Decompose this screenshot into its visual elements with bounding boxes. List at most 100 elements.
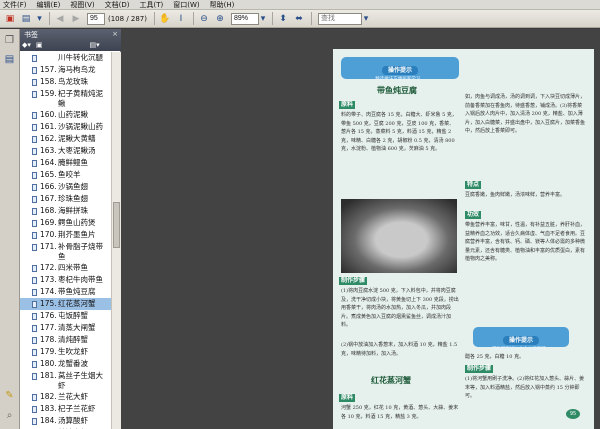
- menu-help[interactable]: 帮助(H): [207, 0, 242, 10]
- tip-banner: 操作提示 细致观察加入大小火候即可。: [473, 327, 569, 352]
- search-options-icon[interactable]: ▾: [362, 12, 370, 26]
- menu-file[interactable]: 文件(F): [0, 0, 34, 10]
- bookmark-item[interactable]: 171. 补骨脂子烧带鱼: [20, 241, 111, 262]
- method-text: (2)锅中放油加入香葱末，加入料酒 10 克，精盐 1.5 克，味精待加料，加入…: [341, 342, 458, 357]
- scrollbar-thumb[interactable]: [113, 202, 120, 248]
- zoom-out-icon[interactable]: ⊖: [197, 12, 211, 26]
- bookmark-item[interactable]: 173. 枣杞牛肉带鱼: [20, 274, 111, 286]
- bookmark-scrollbar[interactable]: [111, 52, 121, 429]
- bookmarks-icon[interactable]: ▤: [3, 53, 16, 66]
- page-number-input[interactable]: [87, 12, 105, 25]
- pages-icon[interactable]: ❐: [3, 34, 16, 47]
- options-menu-icon[interactable]: ◆▾: [22, 41, 31, 49]
- bookmark-label: 四米带鱼: [58, 263, 88, 272]
- bookmark-number: 177.: [40, 323, 57, 332]
- bookmark-page-icon: [32, 196, 37, 203]
- bookmark-label: 海鲜拼珠: [58, 206, 88, 215]
- bookmark-item[interactable]: 167. 珍珠鱼翅: [20, 193, 111, 205]
- bookmark-item[interactable]: 160. 山药泥鳅: [20, 109, 111, 121]
- menu-document[interactable]: 文档(D): [102, 0, 137, 10]
- menu-view[interactable]: 视图(V): [67, 0, 101, 10]
- bookmark-number: 175.: [40, 299, 57, 308]
- bookmark-item[interactable]: 162. 泥鳅大黄鳝: [20, 133, 111, 145]
- bookmark-item[interactable]: 175. 红花蒸河蟹: [20, 298, 111, 310]
- fit-page-icon[interactable]: ⬍: [276, 12, 290, 26]
- toolbar-separator: [49, 12, 50, 25]
- bookmark-label: 龙蟹番波: [58, 359, 88, 368]
- document-view[interactable]: 操作提示 精选做法方便居家学习。 带鱼炖豆腐 原料 料的带子、肉豆腐各 15 克…: [121, 29, 600, 429]
- bookmark-item[interactable]: 182. 兰花大虾: [20, 391, 111, 403]
- bookmark-number: 178.: [40, 335, 57, 344]
- menu-tools[interactable]: 工具(T): [137, 0, 171, 10]
- save-icon[interactable]: ▣: [3, 12, 17, 26]
- bookmark-label: 生吹龙虾: [58, 347, 88, 356]
- bookmark-page-icon: [32, 313, 37, 320]
- bookmark-item[interactable]: 172. 四米带鱼: [20, 262, 111, 274]
- select-text-icon[interactable]: I: [174, 12, 188, 26]
- right-column-text: (1)将河蟹用刷子洗净。(2)将红花加入葱头、蒜片、姜末等，加入料酒精盐，然后放…: [465, 376, 585, 399]
- bookmark-item[interactable]: 184. 汤算酸虾: [20, 415, 111, 427]
- bookmark-item[interactable]: 164. 腌鲜鳗鱼: [20, 157, 111, 169]
- tip-title: 操作提示: [381, 66, 418, 75]
- new-bookmark-icon[interactable]: ▤▾: [90, 41, 100, 49]
- bookmark-item[interactable]: 170. 荆芥墨鱼片: [20, 229, 111, 241]
- zoom-dropdown-icon[interactable]: ▾: [259, 12, 267, 26]
- previous-page-icon[interactable]: ◀: [53, 12, 67, 26]
- bookmark-page-icon: [32, 373, 37, 380]
- bookmark-item[interactable]: 158. 鸟龙玫珠: [20, 76, 111, 88]
- close-icon[interactable]: ×: [112, 29, 118, 39]
- attachments-icon[interactable]: ⌕: [3, 409, 16, 422]
- section-heading: 功效: [465, 211, 482, 219]
- select-hand-icon[interactable]: ✋: [158, 12, 172, 26]
- delete-bookmark-icon[interactable]: ▣: [36, 41, 43, 49]
- bookmark-item[interactable]: 178. 清炖醉蟹: [20, 334, 111, 346]
- ingredients-text: 料的带子、肉豆腐各 15 克，白糖大、虾米鲁 5 克，带鱼 500 克，豆腐 2…: [341, 112, 457, 152]
- bookmark-item[interactable]: 174. 带鱼炖豆腐: [20, 286, 111, 298]
- bookmark-label: 枣杞牛肉带鱼: [58, 275, 103, 284]
- zoom-level-input[interactable]: [231, 12, 259, 25]
- bookmark-page-icon: [32, 172, 37, 179]
- bookmark-page-icon: [32, 361, 37, 368]
- bookmark-page-icon: [32, 160, 37, 167]
- bookmark-item[interactable]: 159. 杞子黄精炖泥鳅: [20, 88, 111, 109]
- bookmark-item[interactable]: 180. 龙蟹番波: [20, 358, 111, 370]
- bookmark-item[interactable]: 157. 海马枸鸟龙: [20, 64, 111, 76]
- print-icon[interactable]: ▤: [19, 12, 33, 26]
- bookmark-item[interactable]: 169. 鳄鱼山药煲: [20, 217, 111, 229]
- bookmark-item[interactable]: 川牛转化沉腿: [20, 52, 111, 64]
- next-page-icon[interactable]: ▶: [69, 12, 83, 26]
- menu-edit[interactable]: 编辑(E): [34, 0, 68, 10]
- menu-window[interactable]: 窗口(W): [170, 0, 206, 10]
- bookmark-item[interactable]: 163. 大枣泥鳅汤: [20, 145, 111, 157]
- page-count: (108 / 287): [108, 14, 147, 23]
- bookmark-item[interactable]: 181. 莴丝子生烟大虾: [20, 370, 111, 391]
- bookmark-item[interactable]: 165. 鱼咬羊: [20, 169, 111, 181]
- bookmark-item[interactable]: 161. 沙锅泥鳅山药: [20, 121, 111, 133]
- bookmark-number: 179.: [40, 347, 57, 356]
- bookmark-item[interactable]: 166. 沙锅鱼翅: [20, 181, 111, 193]
- bookmark-label: 沙锅泥鳅山药: [58, 122, 103, 131]
- bookmark-page-icon: [32, 406, 37, 413]
- bookmark-item[interactable]: 183. 杞子兰花虾: [20, 403, 111, 415]
- bookmark-item[interactable]: 177. 清蒸大闸蟹: [20, 322, 111, 334]
- bookmark-label: 莴丝子生烟大虾: [58, 371, 103, 390]
- bookmark-page-icon: [32, 220, 37, 227]
- search-input[interactable]: [318, 12, 362, 25]
- toolbar-separator: [272, 12, 273, 25]
- tip-subtitle: 精选做法方便居家学习。: [375, 77, 425, 82]
- page-number: 95: [566, 409, 580, 419]
- bookmark-label: 腌鲜鳗鱼: [58, 158, 88, 167]
- bookmarks-toolbar: ◆▾ ▣ ▤▾: [22, 40, 105, 50]
- bookmark-page-icon: [32, 136, 37, 143]
- bookmark-item[interactable]: 168. 海鲜拼珠: [20, 205, 111, 217]
- zoom-in-icon[interactable]: ⊕: [213, 12, 227, 26]
- bookmark-item[interactable]: 176. 屯饭醉蟹: [20, 310, 111, 322]
- tools-dropdown-icon[interactable]: ▾: [35, 12, 44, 26]
- fit-width-icon[interactable]: ⬌: [292, 12, 306, 26]
- bookmark-item[interactable]: 179. 生吹龙虾: [20, 346, 111, 358]
- comments-icon[interactable]: ✎: [3, 389, 16, 402]
- bookmark-page-icon: [32, 349, 37, 356]
- toolbar-separator: [154, 12, 155, 25]
- bookmark-page-icon: [32, 301, 37, 308]
- bookmark-page-icon: [32, 184, 37, 191]
